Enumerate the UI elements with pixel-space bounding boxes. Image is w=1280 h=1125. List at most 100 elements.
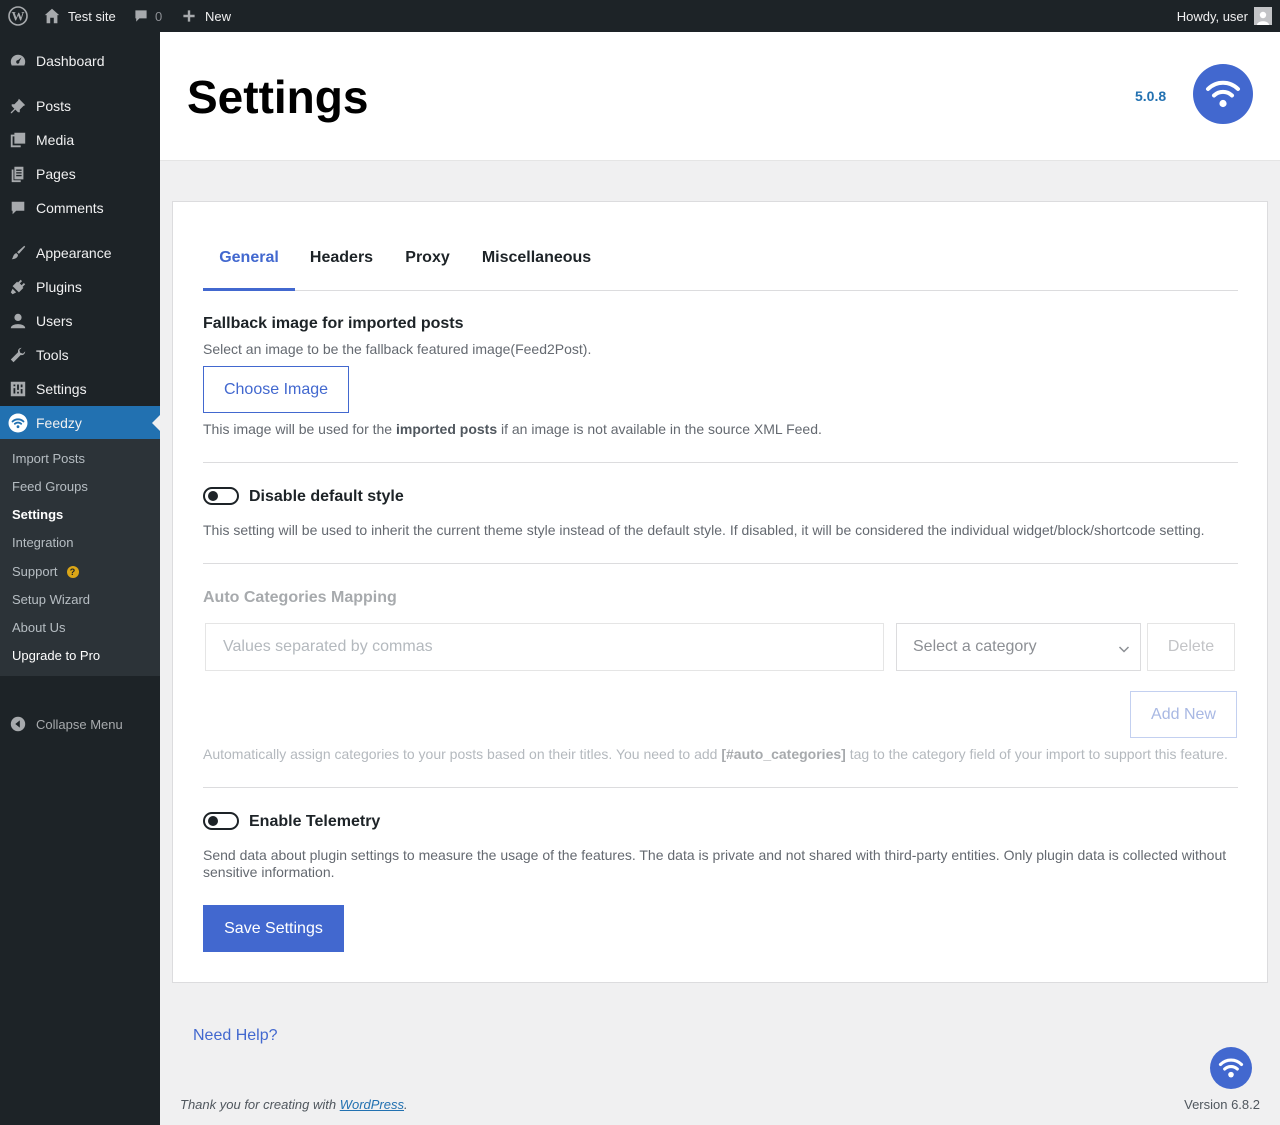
keywords-input[interactable]: Values separated by commas bbox=[205, 623, 884, 671]
account-menu[interactable]: Howdy, user bbox=[1177, 0, 1272, 32]
disable-default-style-toggle[interactable] bbox=[203, 487, 239, 505]
user-icon bbox=[0, 312, 36, 330]
settings-card: General Headers Proxy Miscellaneous Fall… bbox=[172, 201, 1268, 983]
fallback-image-note: This image will be used for the imported… bbox=[203, 421, 1238, 438]
tab-miscellaneous[interactable]: Miscellaneous bbox=[467, 232, 606, 290]
comments-link[interactable]: 0 bbox=[133, 0, 162, 32]
save-settings-button[interactable]: Save Settings bbox=[203, 905, 344, 952]
settings-icon bbox=[0, 380, 36, 398]
sidebar-item-settings[interactable]: Settings bbox=[0, 372, 160, 406]
new-content-link[interactable]: New bbox=[181, 0, 231, 32]
fallback-image-title: Fallback image for imported posts bbox=[203, 315, 464, 332]
plugin-header: Settings 5.0.8 bbox=[160, 32, 1280, 161]
help-bold-text: [#auto_categories] bbox=[721, 746, 846, 762]
choose-image-button[interactable]: Choose Image bbox=[203, 366, 349, 413]
tab-proxy[interactable]: Proxy bbox=[388, 232, 467, 290]
tab-general[interactable]: General bbox=[203, 232, 295, 291]
sidebar-item-label: Posts bbox=[36, 98, 72, 114]
chevron-down-icon bbox=[1118, 642, 1130, 660]
add-new-button[interactable]: Add New bbox=[1130, 691, 1237, 738]
fallback-image-description: Select an image to be the fallback featu… bbox=[203, 341, 592, 357]
note-text: This image will be used for the bbox=[203, 421, 396, 437]
sidebar-item-tools[interactable]: Tools bbox=[0, 338, 160, 372]
delete-button[interactable]: Delete bbox=[1147, 623, 1235, 671]
comment-icon bbox=[0, 199, 36, 217]
note-text: if an image is not available in the sour… bbox=[497, 421, 822, 437]
help-text: Automatically assign categories to your … bbox=[203, 746, 722, 762]
submenu-item-upgrade-to-pro[interactable]: Upgrade to Pro bbox=[12, 646, 100, 666]
media-icon bbox=[0, 131, 36, 149]
wordpress-link[interactable]: WordPress bbox=[340, 1097, 404, 1112]
pin-icon bbox=[0, 97, 36, 115]
sidebar-item-appearance[interactable]: Appearance bbox=[0, 236, 160, 270]
feedzy-logo-icon bbox=[1193, 64, 1253, 124]
sidebar-item-label: Comments bbox=[36, 200, 104, 216]
dashboard-icon bbox=[0, 52, 36, 70]
settings-tabs: General Headers Proxy Miscellaneous bbox=[203, 232, 1238, 291]
submenu-item-import-posts[interactable]: Import Posts bbox=[12, 449, 85, 469]
collapse-menu-button[interactable]: Collapse Menu bbox=[0, 707, 123, 741]
submenu-item-feed-groups[interactable]: Feed Groups bbox=[12, 477, 88, 497]
footer-text: . bbox=[404, 1097, 408, 1112]
submenu-item-integration[interactable]: Integration bbox=[12, 533, 73, 553]
sidebar-item-plugins[interactable]: Plugins bbox=[0, 270, 160, 304]
feedzy-icon bbox=[0, 413, 36, 433]
admin-bar: W Test site 0 New Howdy, user bbox=[0, 0, 1280, 32]
sidebar-item-label: Users bbox=[36, 313, 73, 329]
page-title: Settings bbox=[187, 71, 369, 123]
sidebar-item-comments[interactable]: Comments bbox=[0, 191, 160, 225]
sidebar-item-label: Tools bbox=[36, 347, 69, 363]
need-help-link[interactable]: Need Help? bbox=[193, 1027, 278, 1045]
category-select-value: Select a category bbox=[913, 638, 1037, 655]
telemetry-description: Send data about plugin settings to measu… bbox=[203, 847, 1227, 880]
divider bbox=[203, 787, 1238, 788]
avatar bbox=[1254, 7, 1272, 25]
home-icon bbox=[43, 7, 61, 25]
divider bbox=[203, 462, 1238, 463]
howdy-text: Howdy, user bbox=[1176, 8, 1248, 24]
sidebar-item-dashboard[interactable]: Dashboard bbox=[0, 44, 160, 78]
plus-icon bbox=[181, 8, 197, 24]
sidebar-item-pages[interactable]: Pages bbox=[0, 157, 160, 191]
collapse-arrow-icon bbox=[0, 715, 36, 733]
svg-text:W: W bbox=[12, 9, 25, 24]
submenu-item-setup-wizard[interactable]: Setup Wizard bbox=[12, 590, 90, 610]
pages-icon bbox=[0, 165, 36, 183]
sidebar-item-label: Dashboard bbox=[36, 53, 105, 69]
feedzy-submenu: Import Posts Feed Groups Settings Integr… bbox=[0, 439, 160, 676]
brush-icon bbox=[0, 244, 36, 262]
footer-text: Thank you for creating with bbox=[180, 1097, 340, 1112]
site-name: Test site bbox=[68, 8, 116, 24]
sidebar-item-label: Feedzy bbox=[36, 415, 82, 431]
feedzy-help-launcher-icon[interactable] bbox=[1210, 1047, 1252, 1089]
plugin-icon bbox=[0, 278, 36, 296]
sidebar-item-label: Appearance bbox=[36, 245, 112, 261]
enable-telemetry-label: Enable Telemetry bbox=[249, 813, 381, 830]
submenu-item-label: Support bbox=[12, 564, 58, 579]
footer-version: Version 6.8.2 bbox=[1184, 1097, 1260, 1112]
footer-thanks: Thank you for creating with WordPress. bbox=[180, 1097, 408, 1112]
sidebar-item-media[interactable]: Media bbox=[0, 123, 160, 157]
enable-telemetry-toggle[interactable] bbox=[203, 812, 239, 830]
admin-sidebar: Dashboard Posts Media Pages Comments App… bbox=[0, 32, 160, 1125]
sidebar-item-posts[interactable]: Posts bbox=[0, 89, 160, 123]
wrench-icon bbox=[0, 346, 36, 364]
sidebar-item-label: Media bbox=[36, 132, 75, 148]
tab-headers[interactable]: Headers bbox=[295, 232, 388, 290]
sidebar-item-feedzy[interactable]: Feedzy bbox=[0, 406, 160, 440]
auto-categories-title: Auto Categories Mapping bbox=[203, 589, 397, 606]
comment-icon bbox=[133, 8, 149, 24]
submenu-item-about-us[interactable]: About Us bbox=[12, 618, 65, 638]
submenu-item-settings[interactable]: Settings bbox=[12, 505, 63, 525]
help-badge-icon: ? bbox=[66, 566, 79, 578]
note-bold-text: imported posts bbox=[395, 421, 498, 437]
help-text: tag to the category field of your import… bbox=[845, 746, 1228, 762]
submenu-item-support[interactable]: Support ? bbox=[12, 562, 79, 582]
site-name-link[interactable]: Test site bbox=[43, 0, 116, 32]
sidebar-item-label: Plugins bbox=[36, 279, 82, 295]
category-select[interactable]: Select a category bbox=[896, 623, 1141, 671]
sidebar-item-label: Pages bbox=[36, 166, 76, 182]
sidebar-item-users[interactable]: Users bbox=[0, 304, 160, 338]
wordpress-logo-icon[interactable]: W bbox=[8, 0, 28, 32]
sidebar-item-label: Settings bbox=[36, 381, 87, 397]
